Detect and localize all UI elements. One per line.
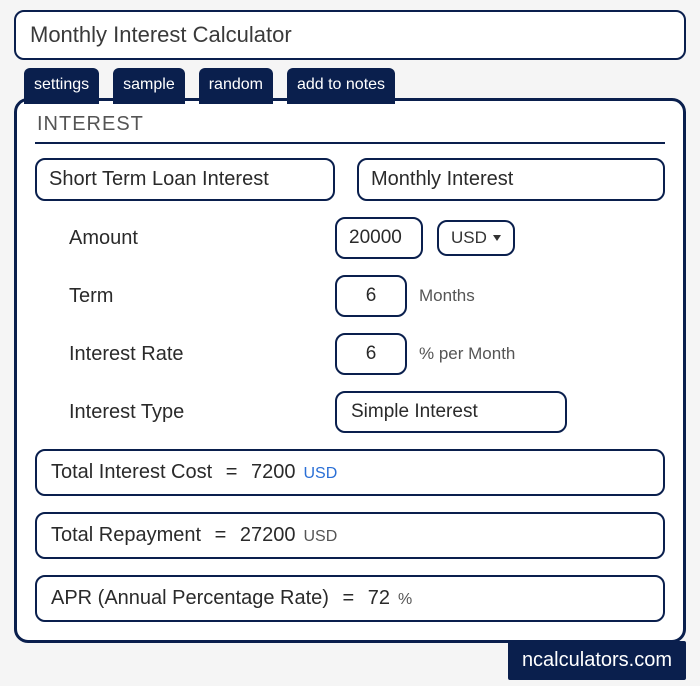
page-title: Monthly Interest Calculator (14, 10, 686, 60)
tab-random[interactable]: random (199, 68, 273, 104)
panel-heading: INTEREST (35, 111, 665, 144)
equals-sign: = (337, 587, 360, 610)
row-type: Interest Type Simple Interest (35, 391, 665, 433)
amount-input[interactable] (335, 217, 423, 259)
row-rate: Interest Rate % per Month (35, 333, 665, 375)
tabs-bar: settings sample random add to notes (14, 68, 686, 104)
interest-cost-unit[interactable]: USD (303, 465, 337, 483)
repayment-label: Total Repayment (51, 524, 201, 547)
row-term: Term Months (35, 275, 665, 317)
rate-unit: % per Month (419, 344, 515, 364)
currency-value: USD (451, 228, 487, 248)
equals-sign: = (220, 461, 243, 484)
tab-add-to-notes[interactable]: add to notes (287, 68, 395, 104)
tab-sample[interactable]: sample (113, 68, 185, 104)
section-monthly-interest[interactable]: Monthly Interest (357, 158, 665, 201)
apr-unit: % (398, 591, 412, 609)
interest-cost-label: Total Interest Cost (51, 461, 212, 484)
repayment-unit: USD (304, 528, 338, 546)
term-unit: Months (419, 286, 475, 306)
section-short-term[interactable]: Short Term Loan Interest (35, 158, 335, 201)
type-label: Interest Type (35, 401, 335, 424)
interest-cost-value: 7200 (251, 461, 296, 484)
brand-badge[interactable]: ncalculators.com (508, 641, 686, 680)
interest-type-select[interactable]: Simple Interest (335, 391, 567, 433)
term-label: Term (35, 285, 335, 308)
row-amount: Amount USD (35, 217, 665, 259)
apr-label: APR (Annual Percentage Rate) (51, 587, 329, 610)
result-apr: APR (Annual Percentage Rate) = 72 % (35, 575, 665, 622)
apr-value: 72 (368, 587, 390, 610)
tab-settings[interactable]: settings (24, 68, 99, 104)
equals-sign: = (209, 524, 232, 547)
term-input[interactable] (335, 275, 407, 317)
result-repayment: Total Repayment = 27200 USD (35, 512, 665, 559)
currency-select[interactable]: USD (437, 220, 515, 256)
repayment-value: 27200 (240, 524, 296, 547)
calculator-panel: INTEREST Short Term Loan Interest Monthl… (14, 98, 686, 643)
chevron-down-icon (493, 235, 501, 241)
amount-label: Amount (35, 227, 335, 250)
rate-input[interactable] (335, 333, 407, 375)
rate-label: Interest Rate (35, 343, 335, 366)
result-interest-cost: Total Interest Cost = 7200 USD (35, 449, 665, 496)
